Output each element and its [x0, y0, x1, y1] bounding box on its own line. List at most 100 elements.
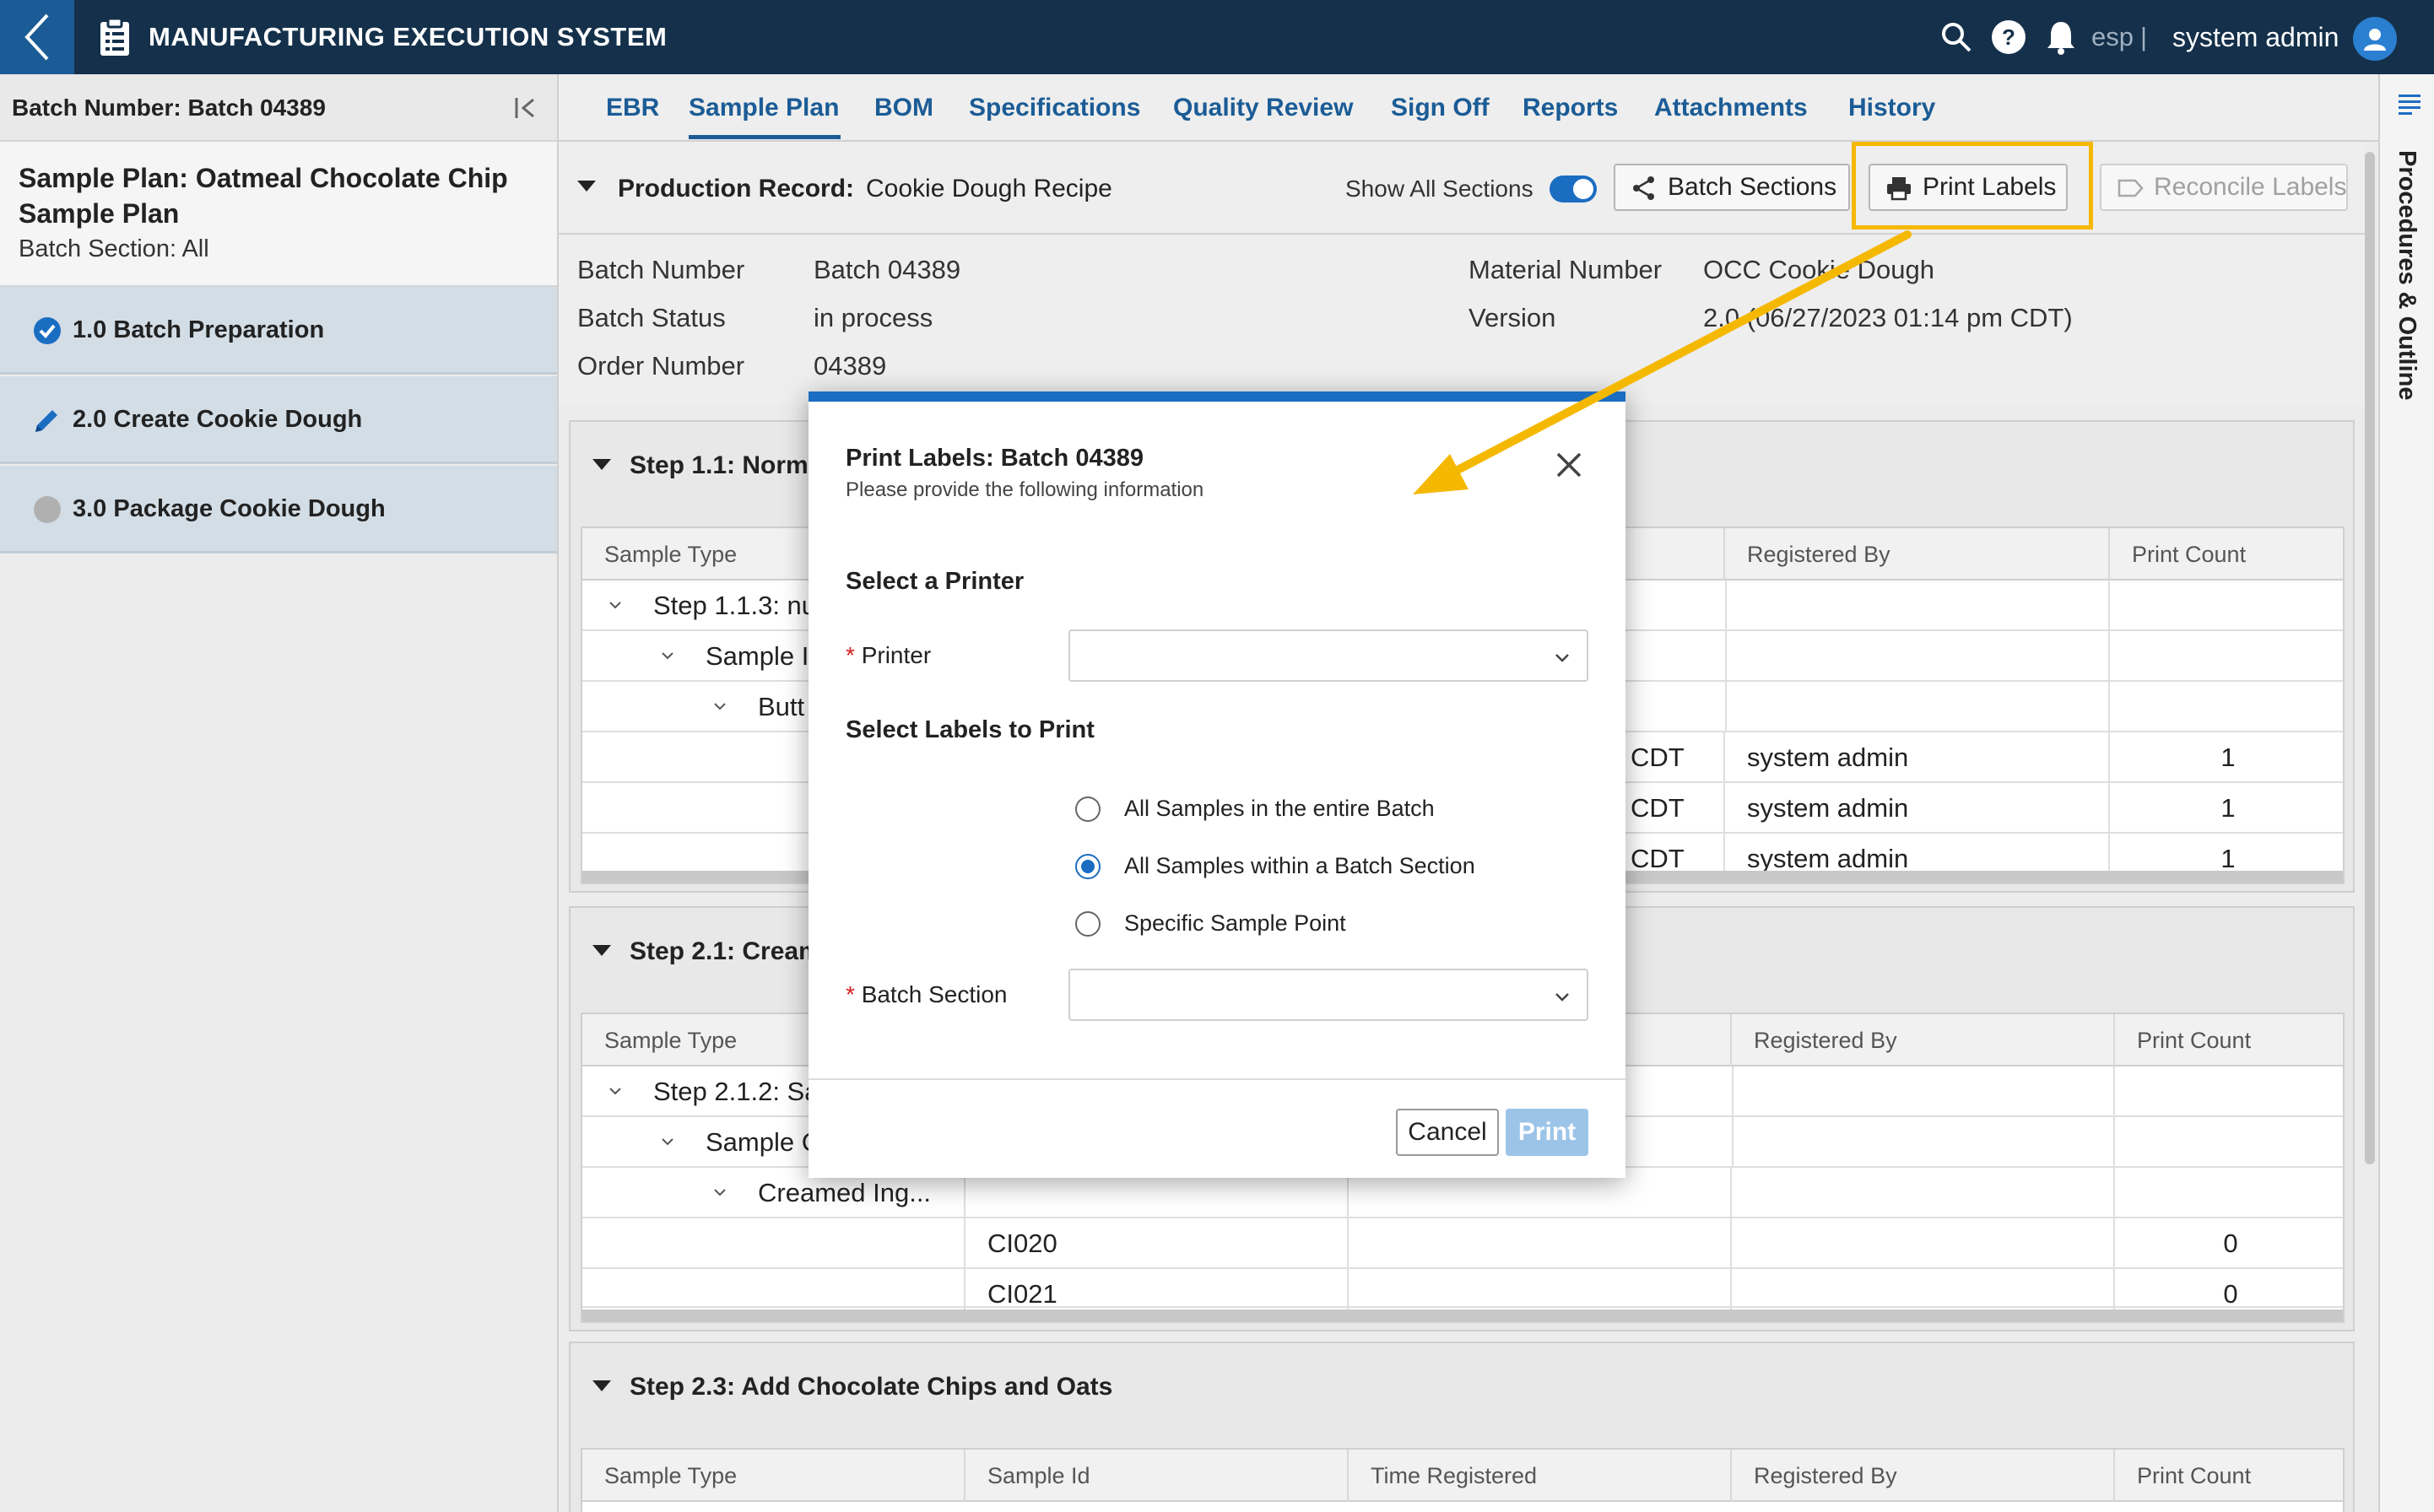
chevron-down-icon[interactable]	[712, 1185, 727, 1200]
option-label: Specific Sample Point	[1124, 910, 1346, 936]
time-registered-cell: CDT	[1622, 783, 1725, 834]
chevron-down-icon[interactable]	[608, 1083, 623, 1099]
registered-by-cell: system admin	[1725, 732, 2110, 783]
horizontal-scrollbar[interactable]	[582, 1310, 2343, 1321]
table-row[interactable]: CI020 0	[582, 1218, 2343, 1269]
outline-label: Procedures & Outline	[2393, 150, 2420, 401]
batch-section-select[interactable]	[1068, 969, 1588, 1021]
scrollbar-thumb[interactable]	[2365, 152, 2375, 1164]
language-switch[interactable]: esp	[2091, 20, 2134, 54]
nav-item-label: 3.0 Package Cookie Dough	[73, 495, 386, 522]
col-print-count[interactable]: Print Count	[2115, 1450, 2343, 1502]
tab-sign-off[interactable]: Sign Off	[1391, 91, 1490, 125]
app-title: MANUFACTURING EXECUTION SYSTEM	[149, 22, 668, 51]
batch-number-value: Batch 04389	[814, 255, 961, 284]
required-marker: *	[846, 981, 855, 1007]
step-header: Step 2.3: Add Chocolate Chips and Oats	[571, 1343, 2353, 1428]
batch-header: Batch Number: Batch 04389	[0, 74, 557, 142]
dialog-divider	[809, 1078, 1625, 1080]
chevron-left-icon	[24, 14, 49, 61]
tab-attachments[interactable]: Attachments	[1654, 91, 1808, 125]
chevron-down-icon[interactable]	[712, 699, 727, 714]
tab-quality-review[interactable]: Quality Review	[1173, 91, 1353, 125]
step-title: Step 2.3: Add Chocolate Chips and Oats	[630, 1373, 1113, 1401]
nav-item-create-cookie-dough[interactable]: 2.0 Create Cookie Dough	[0, 376, 557, 464]
avatar[interactable]	[2353, 17, 2397, 61]
batch-section-filter: Batch Section: All	[19, 235, 209, 262]
col-print-count[interactable]: Print Count	[2110, 528, 2343, 580]
print-button[interactable]: Print	[1506, 1109, 1588, 1156]
collapse-panel-icon[interactable]	[511, 93, 542, 123]
production-record-value: Cookie Dough Recipe	[866, 175, 1112, 202]
col-registered-by[interactable]: Registered By	[1725, 528, 2110, 580]
col-registered-by[interactable]: Registered By	[1732, 1450, 2115, 1502]
chevron-down-icon[interactable]	[660, 648, 675, 663]
search-icon[interactable]	[1938, 19, 1975, 56]
col-sample-id[interactable]: Sample Id	[965, 1450, 1349, 1502]
required-marker: *	[846, 642, 855, 668]
tab-sample-plan[interactable]: Sample Plan	[689, 91, 839, 125]
tab-ebr[interactable]: EBR	[606, 91, 659, 125]
print-labels-highlight	[1852, 142, 2093, 230]
collapse-caret-icon[interactable]	[592, 459, 611, 470]
nav-item-batch-preparation[interactable]: 1.0 Batch Preparation	[0, 287, 557, 375]
batch-status-value: in process	[814, 303, 933, 332]
radio-button[interactable]	[1075, 796, 1101, 822]
svg-text:?: ?	[2002, 24, 2015, 50]
tab-reports[interactable]: Reports	[1523, 91, 1618, 125]
label-tag-icon	[2118, 179, 2144, 197]
col-time-registered[interactable]: Time Registered	[1349, 1450, 1732, 1502]
material-number-label: Material Number	[1469, 255, 1663, 284]
batch-info: Batch Number Batch 04389 Batch Status in…	[559, 236, 2365, 405]
close-icon[interactable]	[1551, 447, 1587, 483]
table-row[interactable]: CI021 0	[582, 1269, 2343, 1320]
tab-specifications[interactable]: Specifications	[969, 91, 1140, 125]
col-registered-by[interactable]: Registered By	[1732, 1014, 2115, 1066]
sample-id-cell: CI020	[965, 1218, 1349, 1269]
step-title: Step 2.1: Cream	[630, 937, 821, 965]
help-icon[interactable]: ?	[1990, 19, 2027, 56]
print-count-cell: 0	[2223, 1228, 2238, 1258]
radio-button[interactable]	[1075, 911, 1101, 937]
list-icon[interactable]	[2397, 91, 2422, 116]
section-select-printer: Select a Printer	[846, 568, 1025, 595]
option-label: All Samples in the entire Batch	[1124, 796, 1435, 821]
collapse-caret-icon[interactable]	[577, 181, 596, 192]
show-all-sections-toggle[interactable]	[1550, 176, 1597, 202]
production-record-header: Production Record: Cookie Dough Recipe S…	[559, 142, 2365, 235]
col-sample-type[interactable]: Sample Type	[582, 1450, 965, 1502]
nav-item-label: 1.0 Batch Preparation	[73, 316, 325, 343]
show-all-sections-label: Show All Sections	[1345, 176, 1533, 202]
batch-sections-button[interactable]: Batch Sections	[1614, 164, 1850, 211]
cancel-button[interactable]: Cancel	[1396, 1109, 1499, 1156]
printer-select[interactable]	[1068, 629, 1588, 682]
chevron-down-icon[interactable]	[660, 1134, 675, 1149]
procedures-outline-toggle[interactable]: Procedures & Outline	[2387, 150, 2429, 488]
bell-icon[interactable]	[2042, 19, 2080, 56]
order-number-value: 04389	[814, 351, 887, 381]
share-icon	[1633, 176, 1654, 200]
user-name[interactable]: system admin	[2172, 20, 2339, 54]
order-number-label: Order Number	[577, 351, 745, 381]
outline-rail[interactable]: Procedures & Outline	[2378, 74, 2434, 1512]
collapse-caret-icon[interactable]	[592, 945, 611, 956]
reconcile-labels-label: Reconcile Labels	[2154, 173, 2347, 201]
chevron-down-icon	[1555, 654, 1569, 662]
tab-history[interactable]: History	[1848, 91, 1935, 125]
version-label: Version	[1469, 303, 1556, 332]
tab-bom[interactable]: BOM	[874, 91, 933, 125]
active-tab-indicator	[689, 135, 841, 139]
nav-item-package-cookie-dough[interactable]: 3.0 Package Cookie Dough	[0, 466, 557, 554]
batch-number-label: Batch Number	[577, 255, 745, 284]
reconcile-labels-button[interactable]: Reconcile Labels	[2100, 164, 2348, 211]
batch-section-label-text: Batch Section	[861, 981, 1008, 1007]
col-print-count[interactable]: Print Count	[2115, 1014, 2343, 1066]
print-count-cell: 1	[2220, 793, 2236, 823]
batch-status-label: Batch Status	[577, 303, 726, 332]
collapse-caret-icon[interactable]	[592, 1380, 611, 1391]
registered-by-cell: system admin	[1725, 783, 2110, 834]
radio-button-selected[interactable]	[1075, 854, 1101, 879]
back-button[interactable]	[0, 0, 74, 74]
chevron-down-icon[interactable]	[608, 597, 623, 613]
toggle-knob	[1573, 179, 1593, 199]
